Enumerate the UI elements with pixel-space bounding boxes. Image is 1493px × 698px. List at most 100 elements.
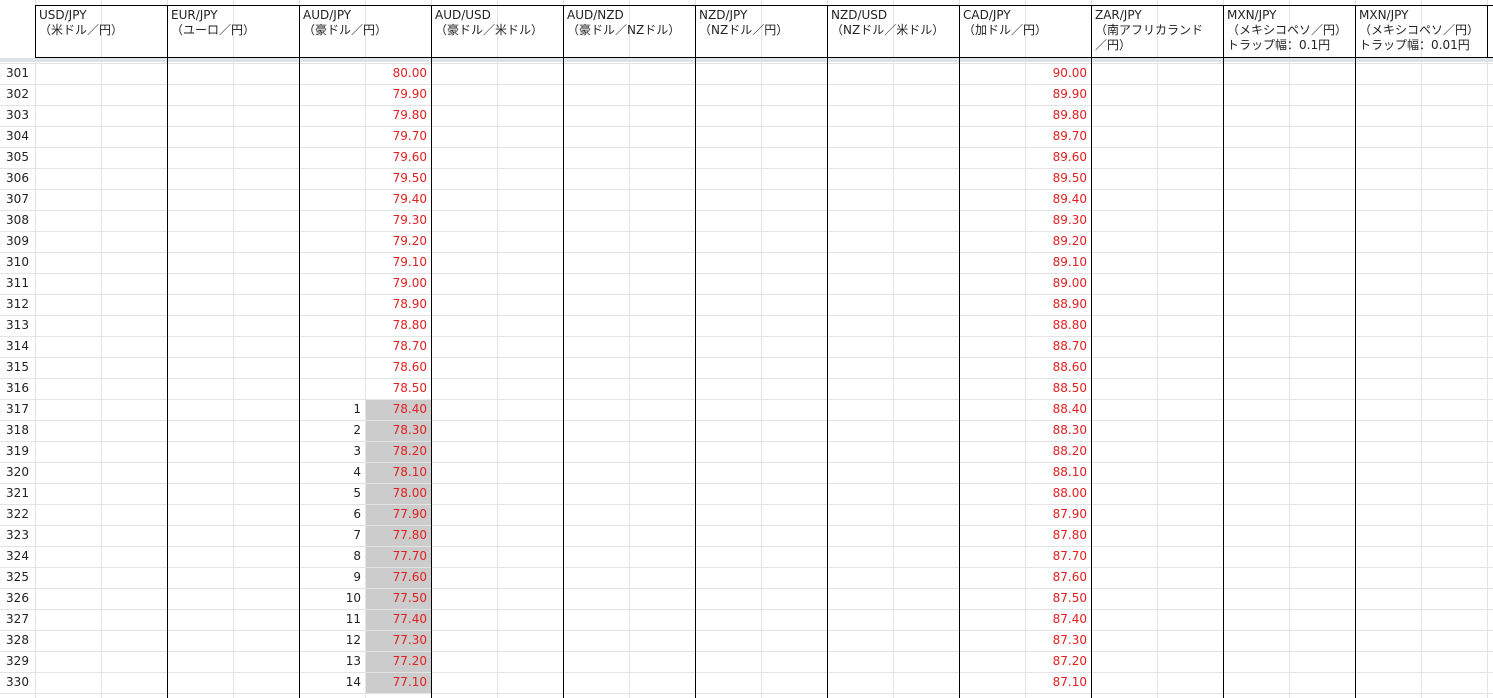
cell-cad-jpy-price[interactable]: 89.30 [1025, 210, 1091, 231]
row-number[interactable]: 306 [0, 168, 35, 189]
cell-aud-jpy-price[interactable]: 77.40 [365, 609, 431, 630]
cell-aud-jpy-price[interactable]: 77.30 [365, 630, 431, 651]
row-number[interactable]: 318 [0, 420, 35, 441]
column-header[interactable]: NZD/USD （NZドル／米ドル） [828, 6, 959, 58]
cell-cad-jpy-price[interactable]: 88.20 [1025, 441, 1091, 462]
cell-aud-jpy-price[interactable]: 78.40 [365, 399, 431, 420]
row-number[interactable]: 317 [0, 399, 35, 420]
row-number[interactable]: 328 [0, 630, 35, 651]
cell-index[interactable]: 13 [299, 651, 365, 672]
row-number[interactable]: 316 [0, 378, 35, 399]
row-number[interactable]: 320 [0, 462, 35, 483]
cell-aud-jpy-price[interactable]: 78.70 [365, 336, 431, 357]
spreadsheet-grid[interactable]: USD/JPY （米ドル／円） EUR/JPY （ユーロ／円） AUD/JPY （豪ドル／… [0, 0, 1493, 698]
row-number[interactable]: 327 [0, 609, 35, 630]
cell-cad-jpy-price[interactable]: 88.10 [1025, 462, 1091, 483]
row-number[interactable]: 301 [0, 63, 35, 84]
cell-aud-jpy-price[interactable]: 79.00 [365, 273, 431, 294]
cell-index[interactable] [299, 210, 365, 231]
cell-aud-jpy-price[interactable]: 77.80 [365, 525, 431, 546]
cell-index[interactable]: 7 [299, 525, 365, 546]
row-number[interactable]: 312 [0, 294, 35, 315]
cell-aud-jpy-price[interactable]: 79.50 [365, 168, 431, 189]
cell-aud-jpy-price[interactable]: 79.60 [365, 147, 431, 168]
cell-cad-jpy-price[interactable]: 87.50 [1025, 588, 1091, 609]
cell-index[interactable] [299, 63, 365, 84]
cell-index[interactable]: 9 [299, 567, 365, 588]
cell-cad-jpy-price[interactable]: 89.50 [1025, 168, 1091, 189]
cell-aud-jpy-price[interactable]: 78.80 [365, 315, 431, 336]
row-number[interactable]: 319 [0, 441, 35, 462]
cell-aud-jpy-price[interactable]: 78.10 [365, 462, 431, 483]
cell-cad-jpy-price[interactable]: 87.30 [1025, 630, 1091, 651]
cell-aud-jpy-price[interactable]: 79.90 [365, 84, 431, 105]
cell-cad-jpy-price[interactable]: 89.20 [1025, 231, 1091, 252]
cell-cad-jpy-price[interactable]: 88.40 [1025, 399, 1091, 420]
row-number[interactable]: 305 [0, 147, 35, 168]
cell-cad-jpy-price[interactable]: 88.50 [1025, 378, 1091, 399]
cell-index[interactable]: 11 [299, 609, 365, 630]
cell-aud-jpy-price[interactable]: 78.30 [365, 420, 431, 441]
cell-index[interactable] [299, 168, 365, 189]
cell-aud-jpy-price[interactable]: 80.00 [365, 63, 431, 84]
cell-index[interactable] [299, 357, 365, 378]
column-header[interactable]: MXN/JPY （メキシコペソ／円） トラップ幅：0.01円 [1356, 6, 1487, 58]
cell-cad-jpy-price[interactable]: 88.60 [1025, 357, 1091, 378]
cell-cad-jpy-price[interactable]: 88.70 [1025, 336, 1091, 357]
cell-cad-jpy-price[interactable]: 90.00 [1025, 63, 1091, 84]
row-number[interactable]: 314 [0, 336, 35, 357]
row-number[interactable]: 329 [0, 651, 35, 672]
column-header[interactable]: AUD/JPY （豪ドル／円） [300, 6, 431, 58]
cell-aud-jpy-price[interactable]: 79.20 [365, 231, 431, 252]
cell-aud-jpy-price[interactable]: 78.60 [365, 357, 431, 378]
cell-cad-jpy-price[interactable]: 87.80 [1025, 525, 1091, 546]
cell-cad-jpy-price[interactable]: 88.30 [1025, 420, 1091, 441]
cell-index[interactable] [299, 315, 365, 336]
column-header[interactable]: USD/JPY （米ドル／円） [36, 6, 167, 58]
cell-cad-jpy-price[interactable]: 87.90 [1025, 504, 1091, 525]
cell-aud-jpy-price[interactable]: 78.00 [365, 483, 431, 504]
cell-cad-jpy-price[interactable]: 89.40 [1025, 189, 1091, 210]
cell-cad-jpy-price[interactable]: 88.00 [1025, 483, 1091, 504]
cell-aud-jpy-price[interactable]: 79.30 [365, 210, 431, 231]
cell-aud-jpy-price[interactable]: 77.50 [365, 588, 431, 609]
column-header[interactable]: NZD/JPY （NZドル／円） [696, 6, 827, 58]
row-number[interactable]: 326 [0, 588, 35, 609]
cell-index[interactable]: 5 [299, 483, 365, 504]
cell-cad-jpy-price[interactable]: 89.10 [1025, 252, 1091, 273]
cell-cad-jpy-price[interactable]: 89.00 [1025, 273, 1091, 294]
cell-aud-jpy-price[interactable]: 77.60 [365, 567, 431, 588]
cell-cad-jpy-price[interactable]: 89.80 [1025, 105, 1091, 126]
row-number[interactable]: 330 [0, 672, 35, 693]
column-header[interactable]: ZAR/JPY （南アフリカランド ／円） [1092, 6, 1223, 58]
cell-index[interactable] [299, 378, 365, 399]
cell-aud-jpy-price[interactable]: 79.80 [365, 105, 431, 126]
cell-index[interactable]: 10 [299, 588, 365, 609]
cell-index[interactable]: 14 [299, 672, 365, 693]
cell-index[interactable]: 1 [299, 399, 365, 420]
cell-index[interactable] [299, 105, 365, 126]
cell-index[interactable] [299, 126, 365, 147]
row-number[interactable]: 308 [0, 210, 35, 231]
cell-aud-jpy-price[interactable]: 78.90 [365, 294, 431, 315]
cell-index[interactable]: 12 [299, 630, 365, 651]
cell-index[interactable] [299, 252, 365, 273]
cell-cad-jpy-price[interactable]: 87.20 [1025, 651, 1091, 672]
cell-index[interactable]: 4 [299, 462, 365, 483]
row-number[interactable]: 310 [0, 252, 35, 273]
row-number[interactable]: 311 [0, 273, 35, 294]
row-number[interactable]: 303 [0, 105, 35, 126]
cell-cad-jpy-price[interactable]: 89.70 [1025, 126, 1091, 147]
row-number[interactable]: 325 [0, 567, 35, 588]
cell-cad-jpy-price[interactable]: 88.80 [1025, 315, 1091, 336]
cell-index[interactable] [299, 189, 365, 210]
column-header[interactable]: MXN/JPY （メキシコペソ／円） トラップ幅：0.1円 [1224, 6, 1355, 58]
row-number[interactable]: 307 [0, 189, 35, 210]
cell-index[interactable] [299, 84, 365, 105]
cell-cad-jpy-price[interactable]: 89.90 [1025, 84, 1091, 105]
cell-cad-jpy-price[interactable]: 88.90 [1025, 294, 1091, 315]
row-number[interactable]: 313 [0, 315, 35, 336]
cell-index[interactable] [299, 294, 365, 315]
cell-index[interactable]: 2 [299, 420, 365, 441]
cell-aud-jpy-price[interactable]: 77.20 [365, 651, 431, 672]
